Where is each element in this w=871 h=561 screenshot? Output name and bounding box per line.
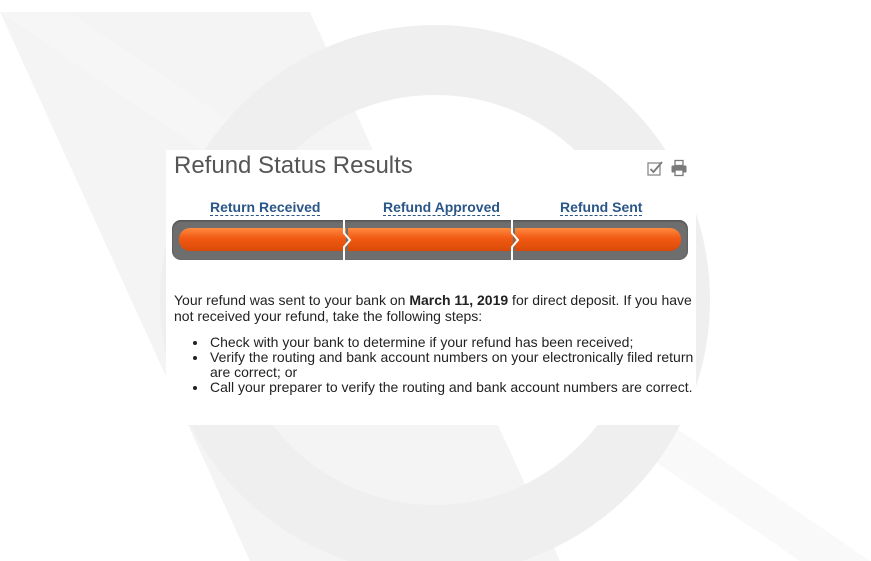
refund-sent-date: March 11, 2019 — [409, 292, 509, 308]
refund-message: Your refund was sent to your bank on Mar… — [174, 292, 694, 324]
progress-segment-refund-sent — [515, 228, 681, 251]
step-refund-sent[interactable]: Refund Sent — [560, 200, 643, 216]
list-item: Call your preparer to verify the routing… — [208, 380, 708, 395]
list-item: Verify the routing and bank account numb… — [208, 350, 708, 380]
list-item: Check with your bank to determine if you… — [208, 335, 708, 350]
refund-message-prefix: Your refund was sent to your bank on — [174, 292, 410, 308]
step-divider-1 — [343, 220, 352, 260]
step-divider-2 — [511, 220, 520, 260]
step-refund-approved[interactable]: Refund Approved — [383, 200, 500, 216]
progress-segment-refund-approved — [348, 228, 513, 251]
page-title: Refund Status Results — [174, 152, 413, 179]
toolbar — [646, 159, 688, 177]
progress-segment-return-received — [179, 228, 346, 251]
step-return-received[interactable]: Return Received — [210, 200, 321, 216]
progress-track — [172, 220, 688, 260]
print-icon[interactable] — [670, 159, 688, 177]
next-steps-list: Check with your bank to determine if you… — [174, 335, 708, 395]
refund-status-panel: Refund Status Results Return Received Re… — [166, 150, 696, 425]
checklist-icon[interactable] — [646, 159, 664, 177]
step-labels: Return Received Refund Approved Refund S… — [174, 200, 686, 217]
